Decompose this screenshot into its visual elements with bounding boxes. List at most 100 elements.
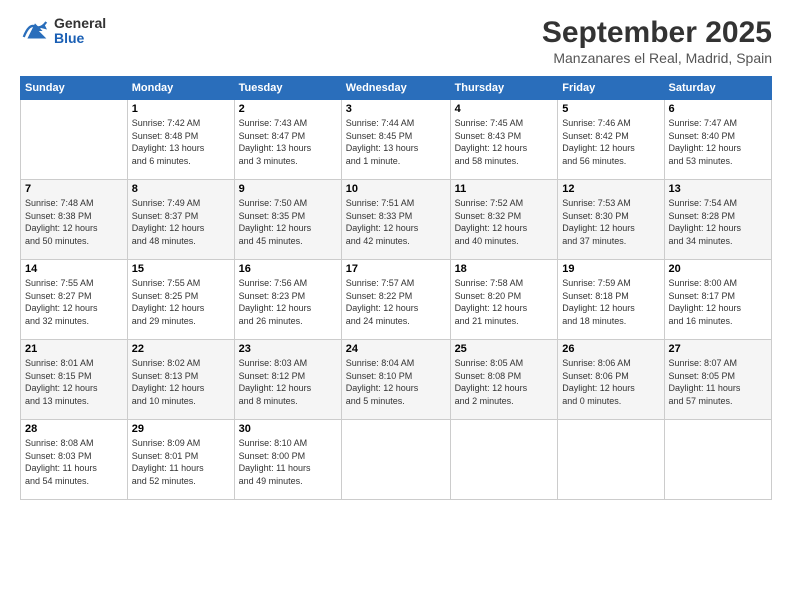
page: General Blue September 2025 Manzanares e… xyxy=(0,0,792,612)
calendar-cell: 30 Sunrise: 8:10 AM Sunset: 8:00 PM Dayli… xyxy=(234,420,341,500)
day-number: 6 xyxy=(669,103,767,115)
week-row-2: 7Sunrise: 7:48 AM Sunset: 8:38 PM Daylig… xyxy=(21,180,772,260)
day-number: 30 xyxy=(239,423,337,435)
day-number: 28 xyxy=(25,423,123,435)
day-info: Sunrise: 8:05 AM Sunset: 8:08 PM Dayligh… xyxy=(455,357,554,407)
day-number: 27 xyxy=(669,343,767,355)
day-number: 20 xyxy=(669,263,767,275)
day-number: 16 xyxy=(239,263,337,275)
weekday-header-row: SundayMondayTuesdayWednesdayThursdayFrid… xyxy=(21,77,772,100)
day-info: Sunrise: 8:06 AM Sunset: 8:06 PM Dayligh… xyxy=(562,357,659,407)
day-number: 13 xyxy=(669,183,767,195)
calendar-cell xyxy=(558,420,664,500)
calendar-cell: 17 Sunrise: 7:57 AM Sunset: 8:22 PM Dayli… xyxy=(341,260,450,340)
calendar-cell: 12 Sunrise: 7:53 AM Sunset: 8:30 PM Dayli… xyxy=(558,180,664,260)
day-number: 19 xyxy=(562,263,659,275)
day-info: Sunrise: 7:44 AM Sunset: 8:45 PM Dayligh… xyxy=(346,117,446,167)
day-number: 9 xyxy=(239,183,337,195)
day-info: Sunrise: 7:43 AM Sunset: 8:47 PM Dayligh… xyxy=(239,117,337,167)
day-number: 3 xyxy=(346,103,446,115)
day-number: 17 xyxy=(346,263,446,275)
calendar-cell: 3 Sunrise: 7:44 AM Sunset: 8:45 PM Daylig… xyxy=(341,100,450,180)
day-number: 2 xyxy=(239,103,337,115)
calendar-cell: 21 Sunrise: 8:01 AM Sunset: 8:15 PM Dayli… xyxy=(21,340,128,420)
calendar-cell: 6 Sunrise: 7:47 AM Sunset: 8:40 PM Daylig… xyxy=(664,100,771,180)
day-info: Sunrise: 8:09 AM Sunset: 8:01 PM Dayligh… xyxy=(132,437,230,487)
calendar-cell: 9Sunrise: 7:50 AM Sunset: 8:35 PM Daylig… xyxy=(234,180,341,260)
weekday-header-tuesday: Tuesday xyxy=(234,77,341,100)
day-info: Sunrise: 7:56 AM Sunset: 8:23 PM Dayligh… xyxy=(239,277,337,327)
day-info: Sunrise: 8:08 AM Sunset: 8:03 PM Dayligh… xyxy=(25,437,123,487)
calendar-cell: 22 Sunrise: 8:02 AM Sunset: 8:13 PM Dayli… xyxy=(127,340,234,420)
logo-icon xyxy=(20,16,50,46)
day-info: Sunrise: 8:00 AM Sunset: 8:17 PM Dayligh… xyxy=(669,277,767,327)
calendar-cell: 5 Sunrise: 7:46 AM Sunset: 8:42 PM Daylig… xyxy=(558,100,664,180)
day-number: 8 xyxy=(132,183,230,195)
day-info: Sunrise: 8:02 AM Sunset: 8:13 PM Dayligh… xyxy=(132,357,230,407)
day-number: 25 xyxy=(455,343,554,355)
week-row-5: 28 Sunrise: 8:08 AM Sunset: 8:03 PM Dayli… xyxy=(21,420,772,500)
title-block: September 2025 Manzanares el Real, Madri… xyxy=(542,16,772,66)
calendar-cell: 16 Sunrise: 7:56 AM Sunset: 8:23 PM Dayli… xyxy=(234,260,341,340)
calendar-cell: 24Sunrise: 8:04 AM Sunset: 8:10 PM Dayli… xyxy=(341,340,450,420)
weekday-header-thursday: Thursday xyxy=(450,77,558,100)
day-info: Sunrise: 7:47 AM Sunset: 8:40 PM Dayligh… xyxy=(669,117,767,167)
calendar-cell xyxy=(341,420,450,500)
calendar-cell: 25 Sunrise: 8:05 AM Sunset: 8:08 PM Dayli… xyxy=(450,340,558,420)
day-number: 22 xyxy=(132,343,230,355)
calendar-cell: 18 Sunrise: 7:58 AM Sunset: 8:20 PM Dayli… xyxy=(450,260,558,340)
day-info: Sunrise: 7:55 AM Sunset: 8:27 PM Dayligh… xyxy=(25,277,123,327)
calendar-cell: 20 Sunrise: 8:00 AM Sunset: 8:17 PM Dayli… xyxy=(664,260,771,340)
weekday-header-friday: Friday xyxy=(558,77,664,100)
day-info: Sunrise: 7:58 AM Sunset: 8:20 PM Dayligh… xyxy=(455,277,554,327)
day-info: Sunrise: 7:48 AM Sunset: 8:38 PM Dayligh… xyxy=(25,197,123,247)
day-number: 5 xyxy=(562,103,659,115)
weekday-header-saturday: Saturday xyxy=(664,77,771,100)
day-info: Sunrise: 7:53 AM Sunset: 8:30 PM Dayligh… xyxy=(562,197,659,247)
calendar-cell: 10 Sunrise: 7:51 AM Sunset: 8:33 PM Dayli… xyxy=(341,180,450,260)
day-number: 12 xyxy=(562,183,659,195)
header: General Blue September 2025 Manzanares e… xyxy=(20,16,772,66)
calendar-cell: 1 Sunrise: 7:42 AM Sunset: 8:48 PM Daylig… xyxy=(127,100,234,180)
month-title: September 2025 xyxy=(542,16,772,50)
day-number: 14 xyxy=(25,263,123,275)
location: Manzanares el Real, Madrid, Spain xyxy=(542,50,772,66)
day-info: Sunrise: 8:03 AM Sunset: 8:12 PM Dayligh… xyxy=(239,357,337,407)
day-info: Sunrise: 8:10 AM Sunset: 8:00 PM Dayligh… xyxy=(239,437,337,487)
calendar-cell: 2 Sunrise: 7:43 AM Sunset: 8:47 PM Daylig… xyxy=(234,100,341,180)
day-number: 15 xyxy=(132,263,230,275)
day-number: 23 xyxy=(239,343,337,355)
calendar-cell: 7Sunrise: 7:48 AM Sunset: 8:38 PM Daylig… xyxy=(21,180,128,260)
day-number: 18 xyxy=(455,263,554,275)
day-info: Sunrise: 7:49 AM Sunset: 8:37 PM Dayligh… xyxy=(132,197,230,247)
calendar-cell: 19 Sunrise: 7:59 AM Sunset: 8:18 PM Dayli… xyxy=(558,260,664,340)
calendar-cell: 13Sunrise: 7:54 AM Sunset: 8:28 PM Dayli… xyxy=(664,180,771,260)
week-row-4: 21 Sunrise: 8:01 AM Sunset: 8:15 PM Dayli… xyxy=(21,340,772,420)
day-info: Sunrise: 7:59 AM Sunset: 8:18 PM Dayligh… xyxy=(562,277,659,327)
calendar-cell xyxy=(450,420,558,500)
logo-text: General Blue xyxy=(54,16,106,47)
day-number: 29 xyxy=(132,423,230,435)
calendar-cell: 15Sunrise: 7:55 AM Sunset: 8:25 PM Dayli… xyxy=(127,260,234,340)
calendar-cell: 23 Sunrise: 8:03 AM Sunset: 8:12 PM Dayli… xyxy=(234,340,341,420)
weekday-header-wednesday: Wednesday xyxy=(341,77,450,100)
day-info: Sunrise: 7:42 AM Sunset: 8:48 PM Dayligh… xyxy=(132,117,230,167)
calendar-cell: 4Sunrise: 7:45 AM Sunset: 8:43 PM Daylig… xyxy=(450,100,558,180)
day-number: 10 xyxy=(346,183,446,195)
day-info: Sunrise: 7:51 AM Sunset: 8:33 PM Dayligh… xyxy=(346,197,446,247)
calendar-cell xyxy=(664,420,771,500)
day-number: 1 xyxy=(132,103,230,115)
day-number: 24 xyxy=(346,343,446,355)
day-info: Sunrise: 7:46 AM Sunset: 8:42 PM Dayligh… xyxy=(562,117,659,167)
calendar-cell: 14 Sunrise: 7:55 AM Sunset: 8:27 PM Dayli… xyxy=(21,260,128,340)
day-number: 21 xyxy=(25,343,123,355)
logo-general: General xyxy=(54,16,106,31)
day-info: Sunrise: 7:57 AM Sunset: 8:22 PM Dayligh… xyxy=(346,277,446,327)
day-info: Sunrise: 7:52 AM Sunset: 8:32 PM Dayligh… xyxy=(455,197,554,247)
logo-blue: Blue xyxy=(54,31,106,46)
day-number: 26 xyxy=(562,343,659,355)
day-info: Sunrise: 8:01 AM Sunset: 8:15 PM Dayligh… xyxy=(25,357,123,407)
logo: General Blue xyxy=(20,16,106,47)
day-info: Sunrise: 8:07 AM Sunset: 8:05 PM Dayligh… xyxy=(669,357,767,407)
calendar-cell: 29 Sunrise: 8:09 AM Sunset: 8:01 PM Dayli… xyxy=(127,420,234,500)
